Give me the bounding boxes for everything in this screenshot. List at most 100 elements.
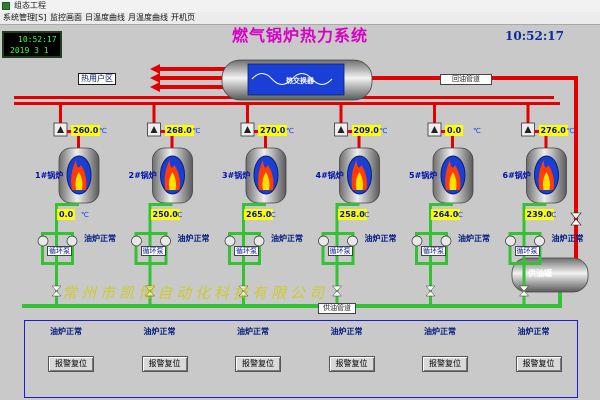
boiler-status-4: 油炉正常 [364,234,397,243]
pump-temp-value-1: 260.0 [71,125,101,136]
circulation-pump-a-icon [131,235,142,247]
scada-screen: 组态工程 系统管理[S] 监控画面 日温度曲线 月温度曲线 开机页 10:52:… [0,0,600,400]
pump-temp-unit-1: ℃ [99,127,107,135]
pump-temp-unit-4: ℃ [379,127,388,135]
vessel-outlet-pipe [148,203,173,206]
alarm-control-panel [24,320,578,398]
oil-temp-unit-3: ℃ [268,211,276,219]
valve-icon [51,285,62,292]
circulation-pump-label-1: 循环泵 [47,246,72,256]
pump-temp-value-3: 270.0 [258,125,288,136]
valve-lower-icon [331,290,343,297]
boiler-status-3: 油炉正常 [271,234,303,243]
alarm-reset-button-1[interactable]: 报警复位 [48,356,94,372]
boiler-name-5: 5#锅炉 [409,171,438,180]
boiler-status-1: 油炉正常 [84,234,116,243]
panel-status-6: 油炉正常 [517,327,550,336]
panel-status-4: 油炉正常 [330,327,363,336]
vessel-outlet-pipe [522,203,547,206]
oil-temp-unit-2: ℃ [174,211,183,219]
return-pipe-label: 回油管道 [440,74,492,85]
valve-lower-icon [425,290,436,297]
vessel-outlet-pipe [55,203,79,206]
boiler-status-5: 油炉正常 [458,234,490,243]
circulation-pump-label-5: 循环泵 [421,246,446,256]
circulation-pump-a-icon [505,235,516,247]
heat-exchanger-label: 热交换器 [286,77,314,85]
panel-status-1: 油炉正常 [50,327,82,336]
alarm-reset-button-4[interactable]: 报警复位 [328,356,375,372]
pump-temp-value-6: 276.0 [538,125,568,136]
circulation-pump-a-icon [411,235,423,247]
heat-user-label: 热用户区 [78,73,116,85]
panel-status-3: 油炉正常 [237,327,269,336]
pump-temp-value-2: 268.0 [164,125,194,136]
panel-status-5: 油炉正常 [424,327,456,336]
circulation-pump-a-icon [224,235,236,247]
boiler-name-2: 2#锅炉 [128,171,157,180]
panel-status-2: 油炉正常 [143,327,176,336]
loop-top-pipe [134,232,168,235]
riser-pipe [526,105,530,123]
boiler-name-4: 4#锅炉 [315,171,344,180]
vessel-outlet-pipe [335,203,360,206]
oil-temp-unit-1: ℃ [81,211,89,219]
circulation-pump-label-6: 循环泵 [514,246,540,256]
circulation-pump-b-icon [66,235,78,247]
circulation-pump-b-icon [160,235,171,247]
alarm-reset-button-5[interactable]: 报警复位 [422,356,468,372]
circulation-pump-label-3: 循环泵 [234,246,259,256]
loop-top-pipe [415,232,448,235]
circulation-pump-a-icon [318,235,329,247]
loop-bottom-pipe [228,262,261,265]
vessel-outlet-pipe [242,203,266,206]
loop-top-pipe [228,232,261,235]
loop-bottom-pipe [41,262,74,265]
boiler-name-3: 3#锅炉 [222,171,251,180]
oil-temp-unit-5: ℃ [455,211,463,219]
circulation-pump-b-icon [534,235,545,247]
circulation-pump-b-icon [347,235,358,247]
pump-temp-unit-6: ℃ [566,127,575,135]
boiler-status-6: 油炉正常 [551,234,584,243]
pump-temp-value-4: 209.0 [351,125,381,136]
supply-tank-label: 供油罐 [528,269,552,278]
loop-top-pipe [41,232,74,235]
circulation-pump-b-icon [253,235,265,247]
company-watermark: 常州市凯博自动化科技有限公司 [62,284,329,302]
pump-temp-unit-2: ℃ [192,127,201,135]
alarm-reset-button-6[interactable]: 报警复位 [515,356,562,372]
circulation-pump-b-icon [440,235,452,247]
loop-bottom-pipe [508,262,542,265]
loop-bottom-pipe [134,262,168,265]
loop-top-pipe [321,232,355,235]
riser-pipe [152,105,156,123]
riser-pipe [246,105,249,123]
oil-temp-unit-6: ℃ [548,211,557,219]
alarm-reset-button-3[interactable]: 报警复位 [235,356,281,372]
pump-temp-unit-5: ℃ [473,127,481,135]
boiler-name-6: 6#锅炉 [502,171,531,180]
valve-icon [425,285,436,292]
loop-bottom-pipe [415,262,448,265]
valve-icon [331,285,343,292]
riser-pipe [433,105,436,123]
loop-top-pipe [508,232,542,235]
loop-bottom-pipe [321,262,355,265]
boiler-status-2: 油炉正常 [177,234,210,243]
alarm-reset-button-2[interactable]: 报警复位 [141,356,188,372]
circulation-pump-label-2: 循环泵 [140,246,166,256]
oil-temp-unit-4: ℃ [361,211,370,219]
riser-pipe [59,105,62,123]
boiler-units [37,105,567,304]
boiler-name-1: 1#锅炉 [35,171,64,180]
circulation-pump-label-4: 循环泵 [327,246,353,256]
boiler-unit-5 [411,105,474,304]
vessel-outlet-pipe [429,203,453,206]
circulation-pump-a-icon [37,235,49,247]
pump-temp-value-5: 0.0 [445,125,464,136]
oil-temp-value-1: 0.0 [57,209,76,220]
riser-pipe [339,105,343,123]
valve-lower-icon [51,290,62,297]
pump-temp-unit-3: ℃ [286,127,294,135]
